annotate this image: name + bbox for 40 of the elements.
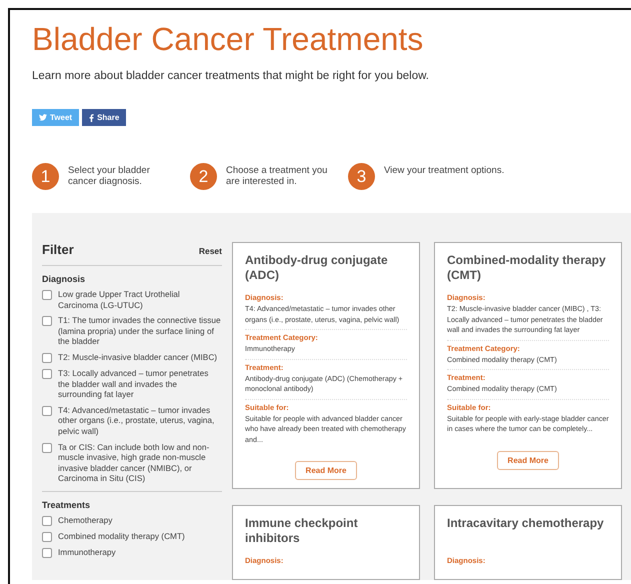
- read-more-button[interactable]: Read More: [294, 461, 358, 480]
- step-text: Choose a treatment you are interested in.: [226, 164, 328, 187]
- intro-text: Learn more about bladder cancer treatments that might be right for you below.: [32, 70, 430, 82]
- card-title: Combined-modality therapy (CMT): [447, 253, 607, 283]
- checkbox[interactable]: [42, 516, 52, 526]
- filter-group-title: Diagnosis: [42, 274, 86, 284]
- filter-group-title: Treatments: [42, 500, 92, 510]
- bird-icon: [39, 114, 47, 121]
- checkbox[interactable]: [42, 368, 52, 379]
- checkbox-label: T4: Advanced/metastatic – tumor invades other organs (i.e., prostate, uterus, vagina, pelvic wall): [58, 404, 216, 437]
- checkbox-label: T1: The tumor invades the connective tissue (lamina propria) under the surface lining of the bladder: [58, 315, 222, 347]
- step-text: View your treatment options.: [384, 164, 504, 176]
- step-text: Select your bladder cancer diagnosis.: [68, 164, 151, 187]
- checkbox[interactable]: [42, 352, 52, 363]
- checkbox-label: Immunotherapy: [58, 546, 116, 558]
- checkbox[interactable]: [42, 532, 52, 542]
- checkbox-label: Combined modality therapy (CMT): [58, 530, 185, 542]
- filter-title: Filter: [42, 242, 74, 257]
- checkbox[interactable]: [42, 442, 52, 453]
- read-more-button[interactable]: Read More: [496, 450, 560, 470]
- share-button[interactable]: Share: [82, 109, 126, 126]
- step-number: 1: [32, 163, 59, 190]
- checkbox-label: T2: Muscle-invasive bladder cancer (MIBC): [58, 352, 218, 363]
- card-title: Intracavitary chemotherapy: [447, 516, 605, 532]
- card-title: Antibody-drug conjugate (ADC): [245, 253, 389, 283]
- tweet-button[interactable]: Tweet: [32, 109, 80, 126]
- checkbox[interactable]: [42, 290, 52, 300]
- step-number: 2: [190, 163, 217, 190]
- card-title: Immune checkpoint inhibitors: [245, 516, 359, 546]
- step-number: 3: [348, 163, 375, 190]
- checkbox[interactable]: [42, 406, 52, 416]
- f-letter-icon: [89, 114, 94, 122]
- checkbox-label: T3: Locally advanced – tumor penetrates the bladder wall and invades the surrounding fat layer: [58, 368, 210, 400]
- checkbox-label: Chemotherapy: [58, 514, 112, 526]
- page-title: Bladder Cancer Treatments: [32, 20, 424, 58]
- checkbox-label: Ta or CIS: Can include both low and non-muscle invasive, high grade non-muscle invasive bladder cancer (NMIBC), or Carcinoma in Situ (CIS): [58, 442, 210, 484]
- reset-link[interactable]: Reset: [198, 246, 222, 256]
- checkbox-label: Low grade Upper Tract Urothelial Carcinoma (LG-UTUC): [58, 289, 181, 310]
- checkbox[interactable]: [42, 316, 52, 326]
- checkbox[interactable]: [42, 548, 52, 558]
